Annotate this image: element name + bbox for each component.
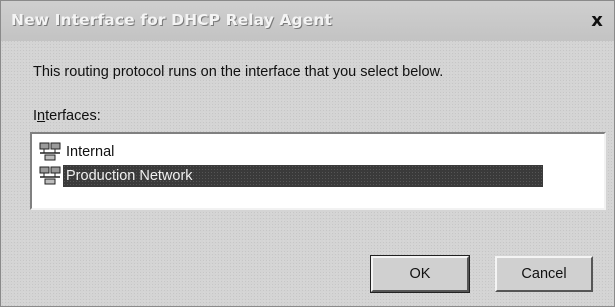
network-interface-icon bbox=[39, 166, 61, 185]
title-bar[interactable]: New Interface for DHCP Relay Agent x bbox=[1, 1, 614, 41]
interfaces-label: Interfaces: bbox=[33, 108, 101, 124]
dhcp-relay-interface-dialog: New Interface for DHCP Relay Agent x Thi… bbox=[0, 0, 615, 307]
ok-button[interactable]: OK bbox=[370, 255, 470, 293]
dialog-title: New Interface for DHCP Relay Agent bbox=[11, 11, 332, 29]
interface-label: Production Network bbox=[63, 165, 543, 187]
interface-label: Internal bbox=[66, 144, 115, 160]
network-interface-icon bbox=[39, 142, 61, 161]
interfaces-listbox[interactable]: Internal Production Network bbox=[30, 132, 606, 210]
dialog-description: This routing protocol runs on the interf… bbox=[33, 64, 444, 80]
cancel-button[interactable]: Cancel bbox=[495, 256, 593, 292]
close-button[interactable]: x bbox=[586, 10, 608, 32]
